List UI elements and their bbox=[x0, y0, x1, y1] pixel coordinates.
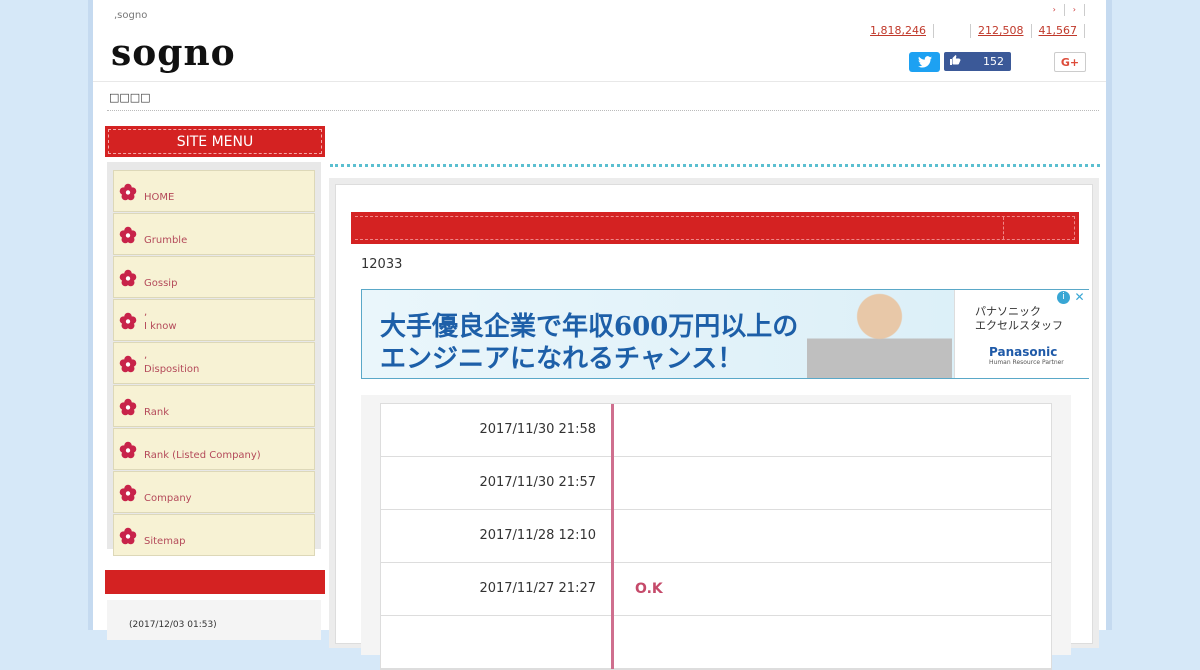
post-date bbox=[381, 616, 596, 668]
flower-icon bbox=[119, 226, 137, 244]
main-content-frame: 12033 大手優良企業で年収600万円以上の エンジニアになれるチャンス！ パ… bbox=[329, 178, 1099, 670]
list-item[interactable]: 2017/11/28 12:10 bbox=[381, 510, 1051, 563]
post-date: 2017/11/30 21:57 bbox=[479, 475, 596, 490]
header-stats: 1,818,246 212,508 41,567 bbox=[863, 24, 1085, 38]
header-divider bbox=[93, 81, 1106, 82]
ad-headline-2: エンジニアになれるチャンス！ bbox=[380, 344, 744, 374]
menu-item-label: HOME bbox=[144, 192, 175, 203]
ad-close-icon[interactable]: ✕ bbox=[1073, 291, 1086, 304]
menu-item-gossip[interactable]: Gossip bbox=[113, 256, 315, 298]
flower-icon bbox=[119, 398, 137, 416]
menu-item-label: Sitemap bbox=[144, 536, 186, 547]
flower-icon bbox=[119, 312, 137, 330]
menu-item-label: Gossip bbox=[144, 278, 178, 289]
ad-info-icon[interactable]: i bbox=[1057, 291, 1070, 304]
menu-item-label: I know bbox=[144, 321, 177, 332]
recent-section-header bbox=[105, 570, 325, 594]
flower-icon bbox=[119, 269, 137, 287]
ad-brand-name: Panasonic bbox=[989, 345, 1058, 359]
main-content: 12033 大手優良企業で年収600万円以上の エンジニアになれるチャンス！ パ… bbox=[335, 184, 1093, 670]
post-title-inner bbox=[355, 216, 1075, 240]
menu-item-sitemap[interactable]: Sitemap bbox=[113, 514, 315, 556]
breadcrumb[interactable]: □□□□ bbox=[109, 91, 151, 104]
post-date: 2017/11/28 12:10 bbox=[479, 528, 596, 543]
list-item[interactable] bbox=[381, 616, 1051, 669]
facebook-like-button[interactable]: 152 bbox=[944, 52, 1011, 71]
main-dotted-divider bbox=[330, 164, 1100, 167]
flower-icon bbox=[119, 355, 137, 373]
row-accent-bar bbox=[611, 510, 614, 563]
flower-icon bbox=[119, 183, 137, 201]
page-frame: ,sogno sogno › › 1,818,246 212,508 41,56… bbox=[88, 0, 1112, 670]
menu-item-rank-listed[interactable]: Rank (Listed Company) bbox=[113, 428, 315, 470]
twitter-button[interactable] bbox=[909, 52, 940, 72]
row-accent-bar bbox=[611, 404, 614, 457]
site-tagline: ,sogno bbox=[114, 10, 148, 21]
menu-item-label: Disposition bbox=[144, 364, 200, 375]
stat-total[interactable]: 1,818,246 bbox=[863, 24, 934, 38]
stat-last[interactable]: 41,567 bbox=[1032, 24, 1085, 38]
menu-item-disposition[interactable]: , Disposition bbox=[113, 342, 315, 384]
row-accent-bar bbox=[611, 457, 614, 510]
menu-item-grumble[interactable]: Grumble bbox=[113, 213, 315, 255]
menu-item-prefix: , bbox=[144, 307, 148, 318]
row-accent-bar bbox=[611, 563, 614, 616]
post-count: 12033 bbox=[361, 257, 403, 272]
recent-date: (2017/12/03 01:53) bbox=[129, 620, 217, 630]
ad-brand-panel: パナソニック エクセルスタッフ Panasonic Human Resource… bbox=[954, 290, 1089, 378]
site-menu-title: SITE MENU bbox=[108, 129, 322, 154]
thumbs-up-icon bbox=[944, 54, 966, 69]
menu-item-label: Rank (Listed Company) bbox=[144, 450, 261, 461]
post-date: 2017/11/30 21:58 bbox=[479, 422, 596, 437]
post-list-wrapper: 2017/11/30 21:58 2017/11/30 21:57 2017/1… bbox=[361, 395, 1071, 670]
ad-brand-sub: Human Resource Partner bbox=[989, 359, 1064, 366]
post-message: O.K bbox=[635, 581, 663, 597]
flower-icon bbox=[119, 484, 137, 502]
stat-middle[interactable]: 212,508 bbox=[971, 24, 1032, 38]
twitter-icon bbox=[917, 56, 932, 68]
row-accent-bar bbox=[611, 616, 614, 669]
google-plus-button[interactable]: G+ bbox=[1054, 52, 1086, 72]
site-menu: HOME Grumble Gossip , I know , Dispositi… bbox=[107, 162, 321, 556]
social-buttons: 152 bbox=[909, 52, 1011, 72]
list-item[interactable]: 2017/11/30 21:57 bbox=[381, 457, 1051, 510]
post-title-bar bbox=[351, 212, 1079, 244]
menu-item-label: Grumble bbox=[144, 235, 188, 246]
ad-person-image bbox=[807, 290, 952, 378]
site-menu-header: SITE MENU bbox=[105, 126, 325, 157]
flower-icon bbox=[119, 527, 137, 545]
ad-banner[interactable]: 大手優良企業で年収600万円以上の エンジニアになれるチャンス！ パナソニック … bbox=[361, 289, 1089, 379]
list-item[interactable]: 2017/11/27 21:27 O.K bbox=[381, 563, 1051, 616]
page-content: ,sogno sogno › › 1,818,246 212,508 41,56… bbox=[93, 0, 1106, 670]
ad-brand-jp: パナソニック エクセルスタッフ bbox=[975, 305, 1063, 332]
header-link-2[interactable]: › bbox=[1065, 4, 1085, 16]
stat-divider bbox=[934, 24, 971, 38]
menu-item-company[interactable]: Company bbox=[113, 471, 315, 513]
recent-section: (2017/12/03 01:53) bbox=[107, 600, 321, 640]
menu-item-home[interactable]: HOME bbox=[113, 170, 315, 212]
breadcrumb-divider bbox=[107, 110, 1099, 111]
menu-item-label: Rank bbox=[144, 407, 169, 418]
flower-icon bbox=[119, 441, 137, 459]
header-link-1[interactable]: › bbox=[1045, 4, 1065, 16]
list-item[interactable]: 2017/11/30 21:58 bbox=[381, 404, 1051, 457]
post-date: 2017/11/27 21:27 bbox=[479, 581, 596, 596]
menu-item-i-know[interactable]: , I know bbox=[113, 299, 315, 341]
header-top-links: › › bbox=[1045, 4, 1085, 16]
menu-item-prefix: , bbox=[144, 350, 148, 361]
site-logo[interactable]: sogno bbox=[111, 32, 236, 74]
facebook-like-count: 152 bbox=[983, 55, 1004, 68]
menu-item-rank[interactable]: Rank bbox=[113, 385, 315, 427]
menu-item-label: Company bbox=[144, 493, 192, 504]
